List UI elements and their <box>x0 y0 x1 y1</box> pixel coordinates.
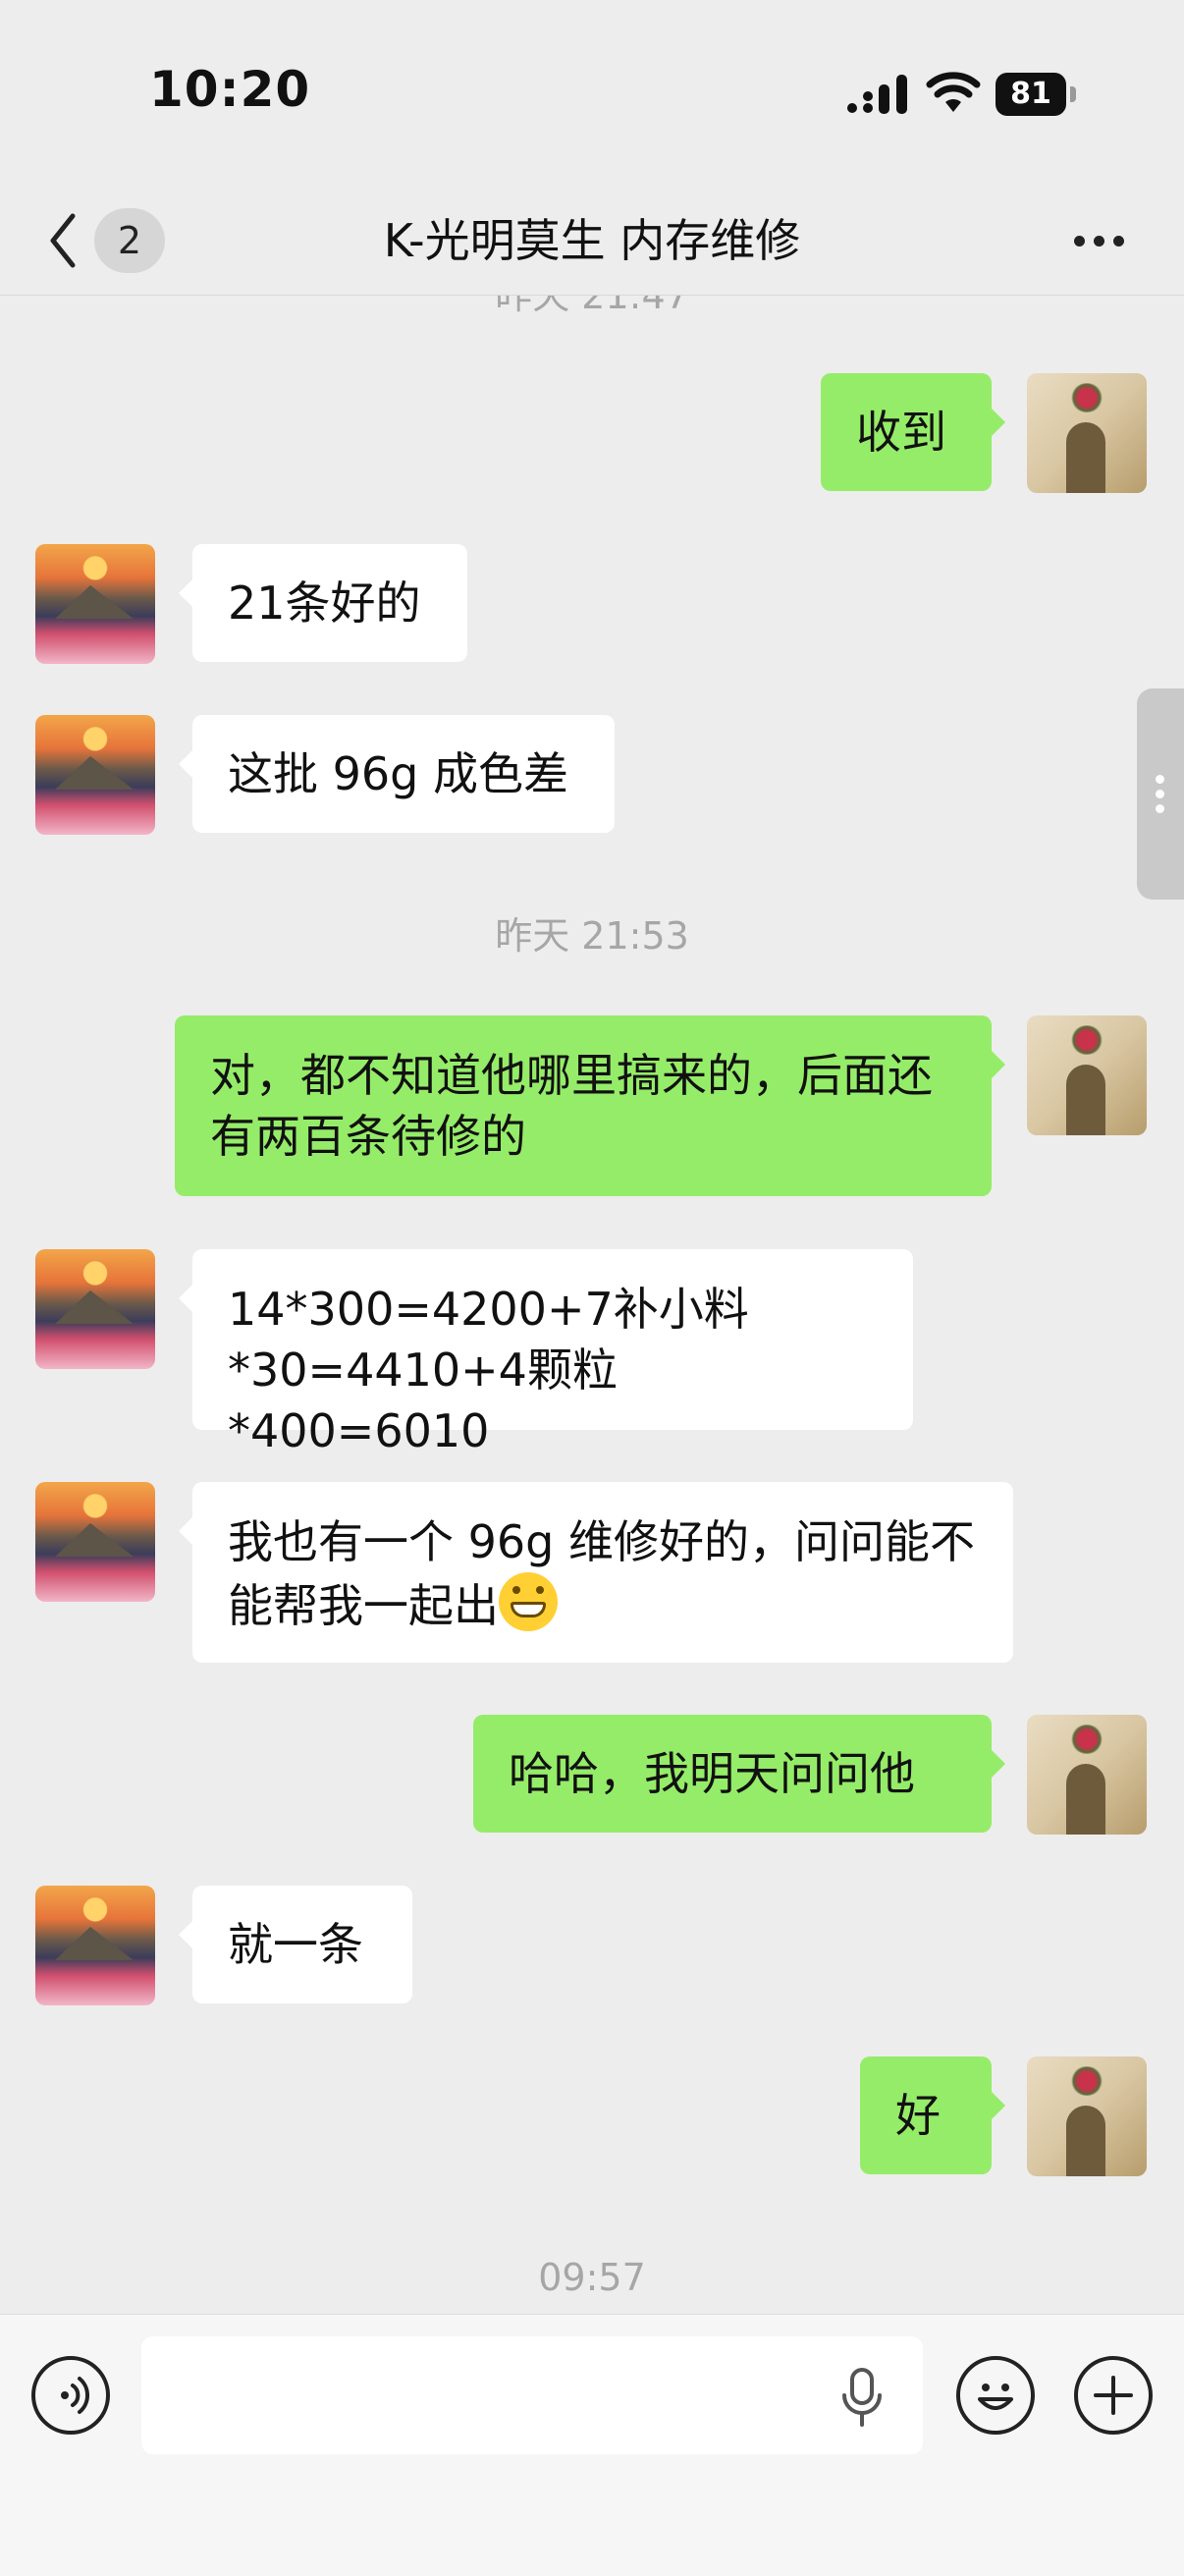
my-avatar[interactable] <box>1027 373 1147 493</box>
message-bubble-received[interactable]: 14*300=4200+7补小料*30=4410+4颗粒*400=6010 <box>179 1249 913 1457</box>
grinning-face-icon <box>499 1572 558 1631</box>
my-avatar[interactable] <box>1027 2056 1147 2176</box>
contact-avatar[interactable] <box>35 1249 155 1369</box>
chat-title: K-光明莫生 内存维修 <box>383 214 801 267</box>
message-bubble-sent[interactable]: 收到 <box>821 373 1005 491</box>
timestamp: 昨天 21:53 <box>495 914 689 958</box>
contact-avatar[interactable] <box>35 1482 155 1602</box>
my-avatar[interactable] <box>1027 1015 1147 1135</box>
message-bubble-received[interactable]: 这批 96g 成色差 <box>179 715 615 833</box>
wifi-icon <box>926 72 981 112</box>
add-more-icon[interactable] <box>1074 2356 1153 2435</box>
voice-mode-icon[interactable] <box>31 2356 110 2435</box>
message-text: 我也有一个 96g 维修好的，问问能不能帮我一起出 <box>228 1515 975 1632</box>
message-bubble-received[interactable]: 就一条 <box>179 1886 412 2003</box>
cellular-signal-icon <box>847 75 907 114</box>
status-time: 10:20 <box>149 61 311 118</box>
unread-count-badge[interactable]: 2 <box>94 208 165 273</box>
message-bubble-sent[interactable]: 好 <box>860 2056 1005 2174</box>
scroll-handle[interactable] <box>1137 688 1184 900</box>
contact-avatar[interactable] <box>35 544 155 664</box>
status-bar: 10:20 81 <box>0 0 1184 187</box>
my-avatar[interactable] <box>1027 1715 1147 1835</box>
microphone-icon[interactable] <box>836 2368 888 2427</box>
message-bubble-sent[interactable]: 哈哈，我明天问问他 <box>473 1715 1005 1833</box>
timestamp: 09:57 <box>538 2256 646 2299</box>
more-options-icon[interactable] <box>1070 226 1129 255</box>
message-input[interactable] <box>141 2336 923 2454</box>
back-arrow-icon[interactable] <box>43 208 82 273</box>
contact-avatar[interactable] <box>35 715 155 835</box>
input-bar <box>0 2314 1184 2576</box>
chat-header: 2 K-光明莫生 内存维修 <box>0 187 1184 296</box>
message-bubble-received[interactable]: 我也有一个 96g 维修好的，问问能不能帮我一起出 <box>179 1482 1013 1663</box>
message-bubble-sent[interactable]: 对，都不知道他哪里搞来的，后面还有两百条待修的 <box>175 1015 1005 1196</box>
contact-avatar[interactable] <box>35 1886 155 2005</box>
battery-icon: 81 <box>996 73 1078 116</box>
message-list[interactable]: 昨天 21:47 收到 21条好的 这批 96g 成色差 昨天 21:53 对，… <box>0 296 1184 2314</box>
timestamp: 昨天 21:47 <box>495 296 689 317</box>
battery-level: 81 <box>996 73 1066 116</box>
emoji-icon[interactable] <box>956 2356 1035 2435</box>
message-bubble-received[interactable]: 21条好的 <box>179 544 467 662</box>
